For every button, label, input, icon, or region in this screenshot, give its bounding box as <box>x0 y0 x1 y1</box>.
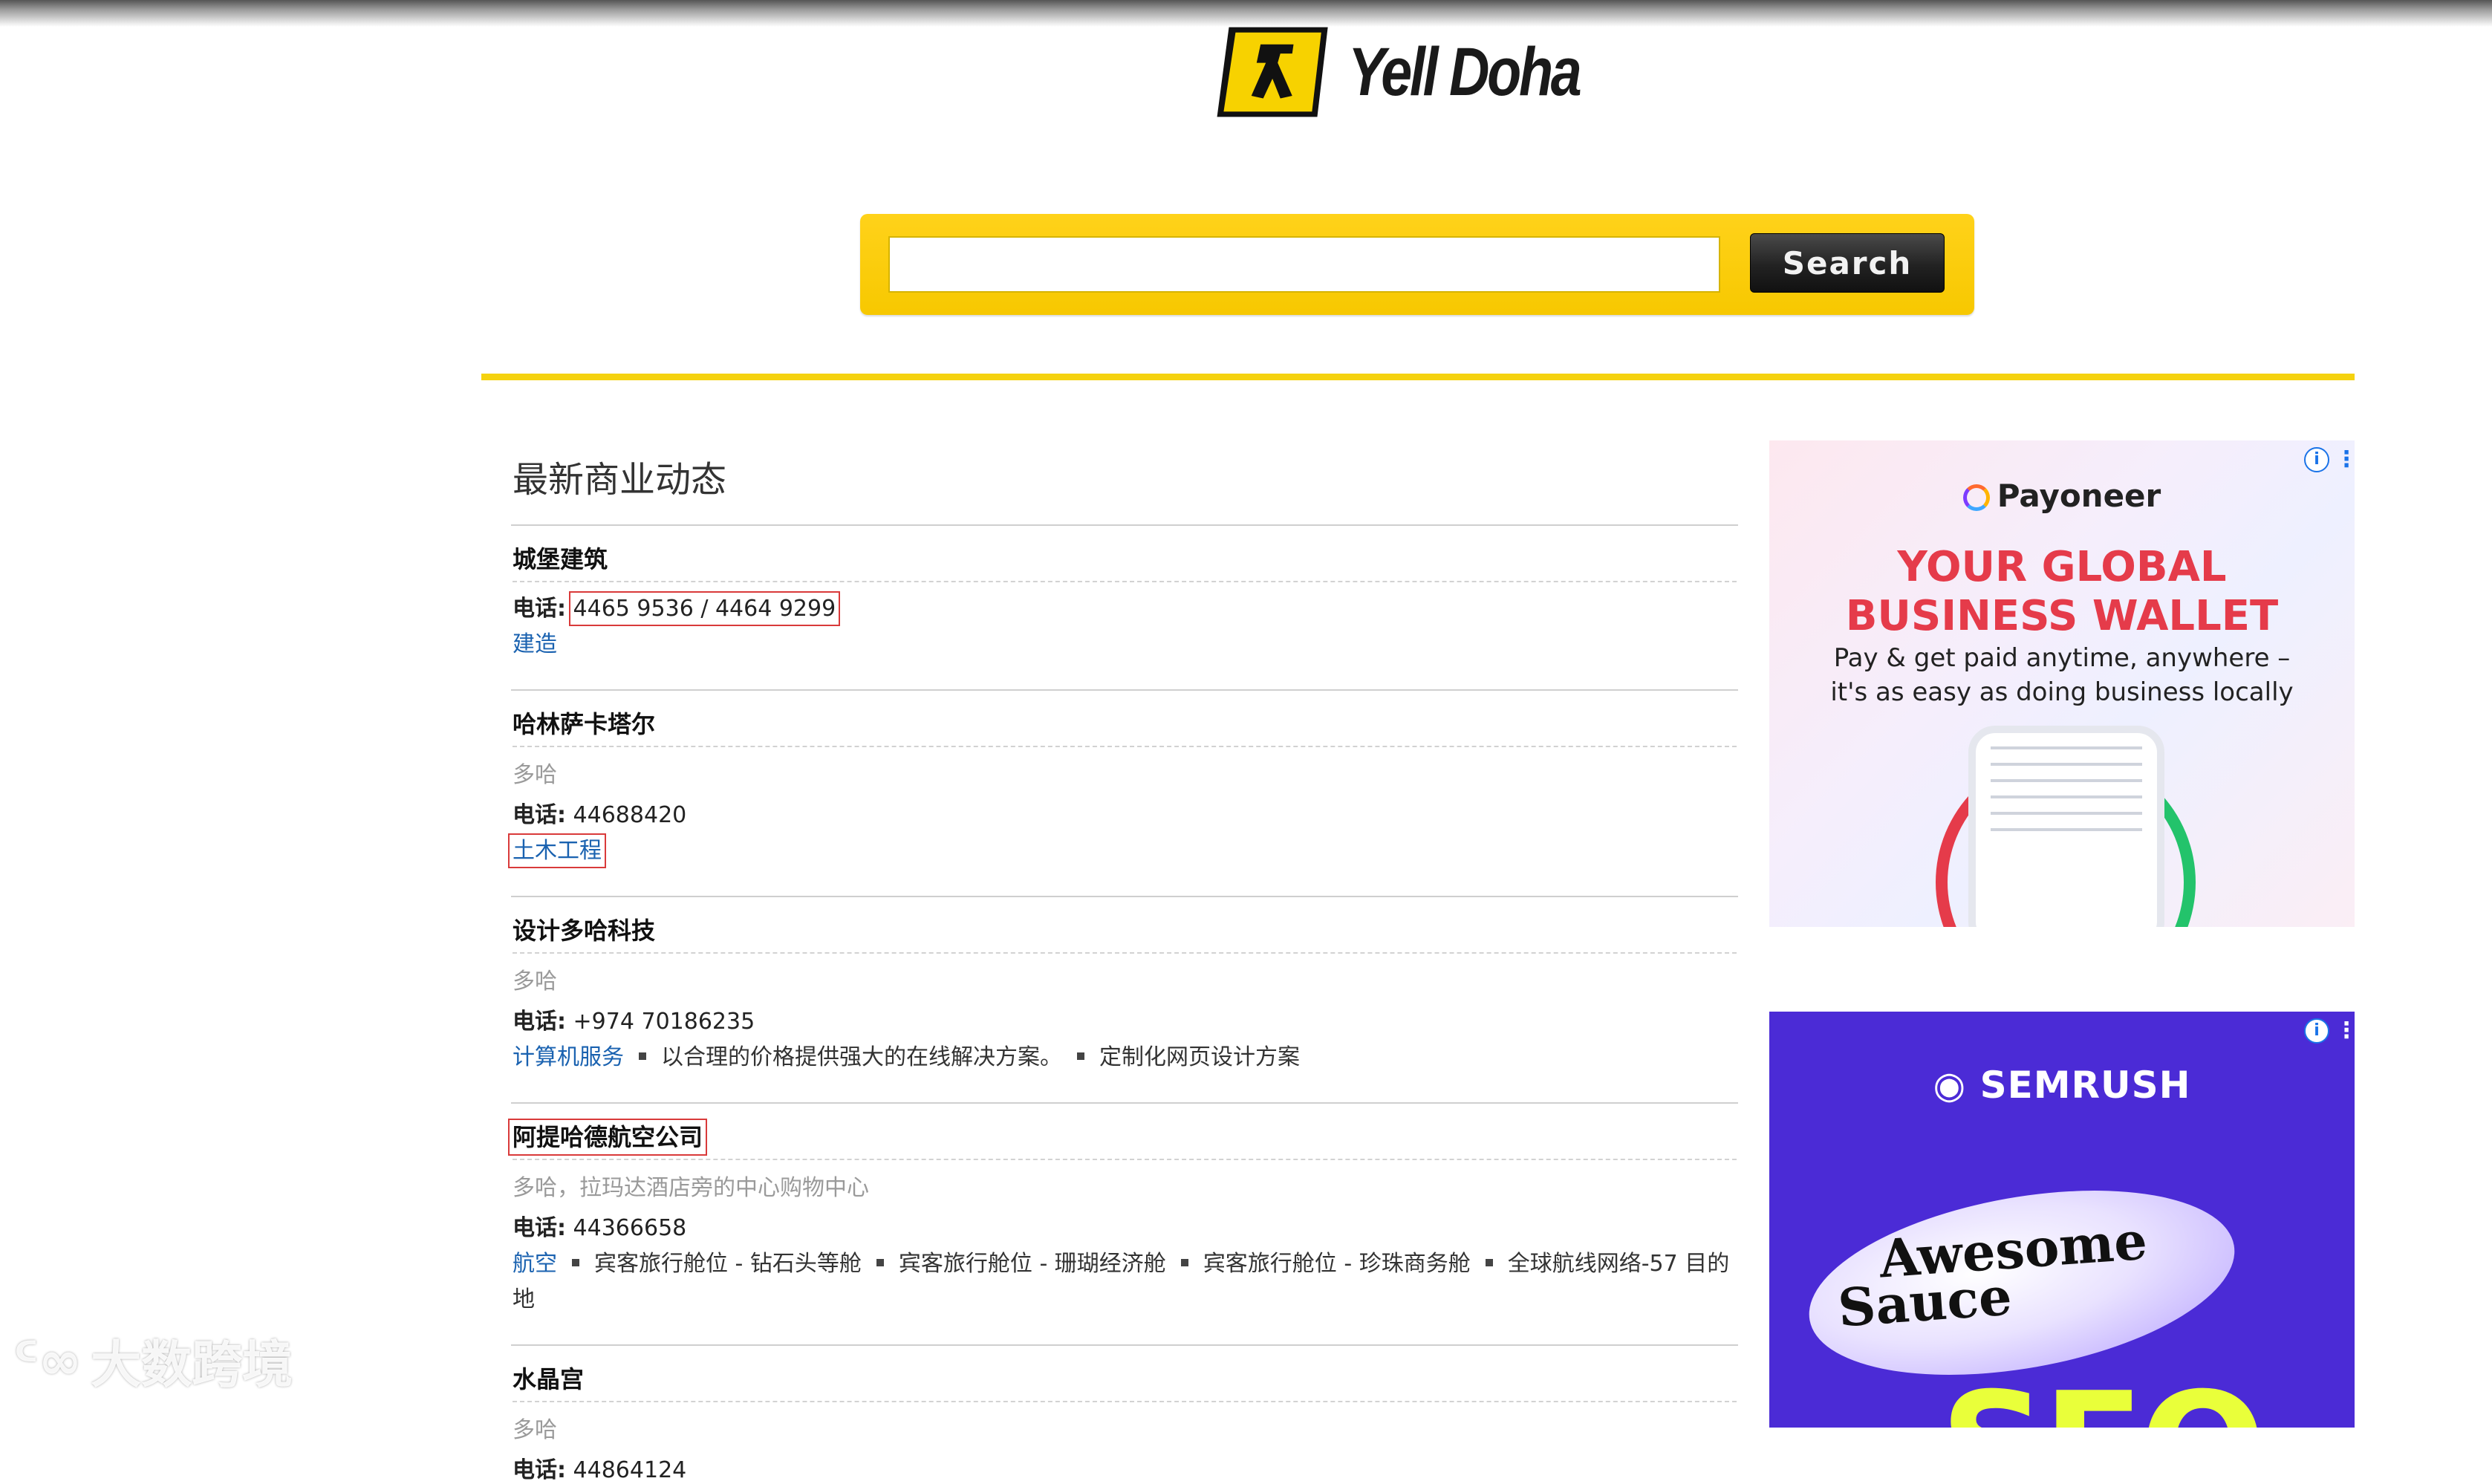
tag-text: 以合理的价格提供强大的在线解决方案。 <box>661 1044 1062 1070</box>
category-link[interactable]: 土木工程 <box>508 833 606 868</box>
bullet-icon <box>876 1259 884 1267</box>
semrush-logo: ◉ SEMRUSH <box>1933 1064 2191 1107</box>
phone-number: +974 70186235 <box>573 1008 755 1035</box>
logo-text: Yell Doha <box>1348 33 1582 110</box>
category-link[interactable]: 建造 <box>513 631 557 657</box>
ad-headline: YOUR GLOBAL BUSINESS WALLET <box>1845 543 2279 640</box>
phone-number: 4465 9536 / 4464 9299 <box>568 590 841 626</box>
watermark-logo-icon: ᑦ∞ <box>13 1330 82 1391</box>
tag-text: 宾客旅行舱位 - 钻石头等舱 <box>594 1250 862 1277</box>
payoneer-ring-icon <box>1962 484 1990 511</box>
ad-headline: Awesome Sauce <box>1835 1209 2150 1339</box>
business-tags: 计算机服务 以合理的价格提供强大的在线解决方案。 定制化网页设计方案 <box>513 1040 1737 1102</box>
latest-business-list: 最新商业动态 城堡建筑 电话: 4465 9536 / 4464 9299 建造… <box>507 438 1738 1484</box>
bullet-icon <box>1180 1259 1188 1267</box>
semrush-ad[interactable]: i ⋮ ◉ SEMRUSH Awesome Sauce SEO <box>1769 1012 2355 1428</box>
business-location: 多哈，拉玛达酒店旁的中心购物中心 <box>513 1174 869 1201</box>
business-tags: 建造 <box>513 627 1737 689</box>
ad-subheadline: Pay & get paid anytime, anywhere – it's … <box>1830 643 2294 707</box>
business-name[interactable]: 水晶宫 <box>513 1361 1737 1402</box>
more-vertical-icon[interactable]: ⋮ <box>2335 1018 2355 1044</box>
list-item: 设计多哈科技 多哈 电话: +974 70186235 计算机服务 以合理的价格提… <box>511 897 1738 1104</box>
category-link[interactable]: 航空 <box>513 1251 557 1277</box>
phone-mockup-image <box>1968 726 2164 927</box>
business-phone: 电话: 44366658 <box>513 1214 687 1241</box>
ad-choices[interactable]: i ⋮ <box>2304 1018 2355 1044</box>
info-icon[interactable]: i <box>2304 446 2329 472</box>
business-phone: 电话: +974 70186235 <box>513 1008 755 1035</box>
business-phone: 电话: 4465 9536 / 4464 9299 <box>513 590 841 626</box>
list-item: 哈林萨卡塔尔 多哈 电话: 44688420 土木工程 <box>508 691 1738 897</box>
phone-number: 44366658 <box>573 1214 687 1241</box>
business-name[interactable]: 设计多哈科技 <box>513 912 1737 954</box>
tag-text: 宾客旅行舱位 - 珍珠商务舱 <box>1203 1250 1471 1277</box>
list-item: 阿提哈德航空公司 多哈，拉玛达酒店旁的中心购物中心 电话: 44366658 航… <box>507 1104 1738 1346</box>
phone-number: 44864124 <box>573 1457 687 1483</box>
business-tags: 土木工程 <box>508 833 1737 896</box>
bullet-icon <box>639 1052 646 1061</box>
search-input[interactable] <box>888 236 1720 293</box>
info-icon[interactable]: i <box>2304 1018 2329 1044</box>
section-title: 最新商业动态 <box>511 438 1738 526</box>
search-button[interactable]: Search <box>1750 233 1945 293</box>
business-name[interactable]: 哈林萨卡塔尔 <box>513 706 1737 747</box>
ad-big-text: SEO <box>1940 1361 2266 1428</box>
business-location: 多哈 <box>513 1416 557 1443</box>
watermark: ᑦ∞ 大数跨境 <box>13 1330 293 1396</box>
site-logo[interactable]: Yell Doha <box>1214 16 1630 128</box>
bullet-icon <box>1077 1052 1084 1061</box>
business-phone: 电话: 44688420 <box>513 801 687 828</box>
business-phone: 电话: 44864124 <box>513 1457 687 1483</box>
header-divider <box>481 374 2355 380</box>
business-location: 多哈 <box>513 761 557 788</box>
tag-text: 定制化网页设计方案 <box>1099 1044 1300 1070</box>
business-tags: 航空 宾客旅行舱位 - 钻石头等舱 宾客旅行舱位 - 珊瑚经济舱 宾客旅行舱位 - 珍… <box>513 1246 1737 1344</box>
search-bar: Search <box>860 214 1974 315</box>
business-name[interactable]: 城堡建筑 <box>513 541 1737 582</box>
business-location: 多哈 <box>513 968 557 995</box>
business-name[interactable]: 阿提哈德航空公司 <box>507 1118 1737 1160</box>
phone-number: 44688420 <box>573 801 687 828</box>
payoneer-logo: Payoneer <box>1769 478 2355 514</box>
bullet-icon <box>572 1259 579 1267</box>
more-vertical-icon[interactable]: ⋮ <box>2335 446 2355 472</box>
tag-text: 宾客旅行舱位 - 珊瑚经济舱 <box>898 1250 1166 1277</box>
list-item: 城堡建筑 电话: 4465 9536 / 4464 9299 建造 <box>511 526 1738 691</box>
bullet-icon <box>1485 1259 1493 1267</box>
ad-choices[interactable]: i ⋮ <box>2304 446 2355 472</box>
payoneer-ad[interactable]: i ⋮ Payoneer YOUR GLOBAL BUSINESS WALLET… <box>1769 440 2355 927</box>
list-item: 水晶宫 多哈 电话: 44864124 <box>511 1346 1738 1484</box>
category-link[interactable]: 计算机服务 <box>513 1044 624 1070</box>
semrush-flame-icon: ◉ <box>1933 1064 1967 1107</box>
walking-fingers-logo-icon <box>1217 27 1328 117</box>
